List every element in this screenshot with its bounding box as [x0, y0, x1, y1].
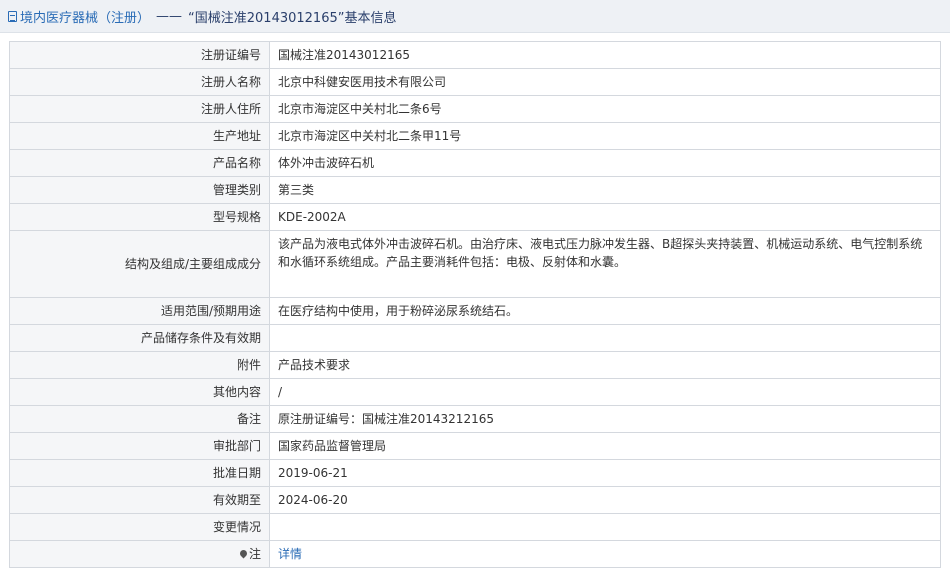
- row-value-structure: 该产品为液电式体外冲击波碎石机。由治疗床、液电式压力脉冲发生器、B超探头夹持装置…: [269, 230, 941, 298]
- table-row: 注册人住所 北京市海淀区中关村北二条6号: [9, 95, 941, 123]
- note-label-text: 注: [248, 547, 261, 561]
- table-row: 注册人名称 北京中科健安医用技术有限公司: [9, 68, 941, 96]
- table-row: 备注 原注册证编号：国械注准20143212165: [9, 405, 941, 433]
- page-header: 境内医疗器械（注册） —— “国械注准20143012165”基本信息: [0, 0, 950, 33]
- pin-icon: [238, 548, 249, 559]
- document-icon: [8, 10, 17, 22]
- table-row: 适用范围/预期用途 在医疗结构中使用，用于粉碎泌尿系统结石。: [9, 297, 941, 325]
- row-label-structure: 结构及组成/主要组成成分: [9, 230, 270, 298]
- table-row: 附件 产品技术要求: [9, 351, 941, 379]
- row-label-approval-date: 批准日期: [9, 459, 270, 487]
- row-value-approval-date: 2019-06-21: [269, 459, 941, 487]
- row-value-changes: [269, 513, 941, 541]
- info-table: 注册证编号 国械注准20143012165 注册人名称 北京中科健安医用技术有限…: [9, 41, 941, 568]
- row-label-registration-number: 注册证编号: [9, 41, 270, 69]
- row-label-registrant-address: 注册人住所: [9, 95, 270, 123]
- table-row: 注册证编号 国械注准20143012165: [9, 41, 941, 69]
- table-row: 其他内容 /: [9, 378, 941, 406]
- row-label-product-name: 产品名称: [9, 149, 270, 177]
- row-label-note: 注: [9, 540, 270, 568]
- row-label-approval-dept: 审批部门: [9, 432, 270, 460]
- row-value-storage: [269, 324, 941, 352]
- table-row: 注 详情: [9, 540, 941, 568]
- row-value-approval-dept: 国家药品监督管理局: [269, 432, 941, 460]
- row-value-product-name: 体外冲击波碎石机: [269, 149, 941, 177]
- row-label-production-address: 生产地址: [9, 122, 270, 150]
- details-link[interactable]: 详情: [278, 547, 302, 561]
- row-value-registrant-address: 北京市海淀区中关村北二条6号: [269, 95, 941, 123]
- row-label-management-class: 管理类别: [9, 176, 270, 204]
- table-row: 有效期至 2024-06-20: [9, 486, 941, 514]
- table-row: 结构及组成/主要组成成分 该产品为液电式体外冲击波碎石机。由治疗床、液电式压力脉…: [9, 230, 941, 298]
- row-value-remarks: 原注册证编号：国械注准20143212165: [269, 405, 941, 433]
- row-value-management-class: 第三类: [269, 176, 941, 204]
- row-label-other: 其他内容: [9, 378, 270, 406]
- row-label-registrant-name: 注册人名称: [9, 68, 270, 96]
- row-value-production-address: 北京市海淀区中关村北二条甲11号: [269, 122, 941, 150]
- row-value-attachment: 产品技术要求: [269, 351, 941, 379]
- table-row: 管理类别 第三类: [9, 176, 941, 204]
- category-link[interactable]: 境内医疗器械（注册）: [20, 7, 150, 26]
- row-label-changes: 变更情况: [9, 513, 270, 541]
- table-row: 产品储存条件及有效期: [9, 324, 941, 352]
- page-title: “国械注准20143012165”基本信息: [188, 10, 397, 26]
- table-row: 变更情况: [9, 513, 941, 541]
- row-value-valid-until: 2024-06-20: [269, 486, 941, 514]
- table-row: 审批部门 国家药品监督管理局: [9, 432, 941, 460]
- row-value-note: 详情: [269, 540, 941, 568]
- row-label-model-spec: 型号规格: [9, 203, 270, 231]
- row-label-storage: 产品储存条件及有效期: [9, 324, 270, 352]
- table-row: 批准日期 2019-06-21: [9, 459, 941, 487]
- row-value-model-spec: KDE-2002A: [269, 203, 941, 231]
- row-value-other: /: [269, 378, 941, 406]
- table-row: 型号规格 KDE-2002A: [9, 203, 941, 231]
- table-row: 产品名称 体外冲击波碎石机: [9, 149, 941, 177]
- row-label-remarks: 备注: [9, 405, 270, 433]
- header-separator: ——: [156, 8, 183, 24]
- table-row: 生产地址 北京市海淀区中关村北二条甲11号: [9, 122, 941, 150]
- row-value-registration-number: 国械注准20143012165: [269, 41, 941, 69]
- row-value-intended-use: 在医疗结构中使用，用于粉碎泌尿系统结石。: [269, 297, 941, 325]
- row-value-registrant-name: 北京中科健安医用技术有限公司: [269, 68, 941, 96]
- row-label-attachment: 附件: [9, 351, 270, 379]
- row-label-valid-until: 有效期至: [9, 486, 270, 514]
- row-label-intended-use: 适用范围/预期用途: [9, 297, 270, 325]
